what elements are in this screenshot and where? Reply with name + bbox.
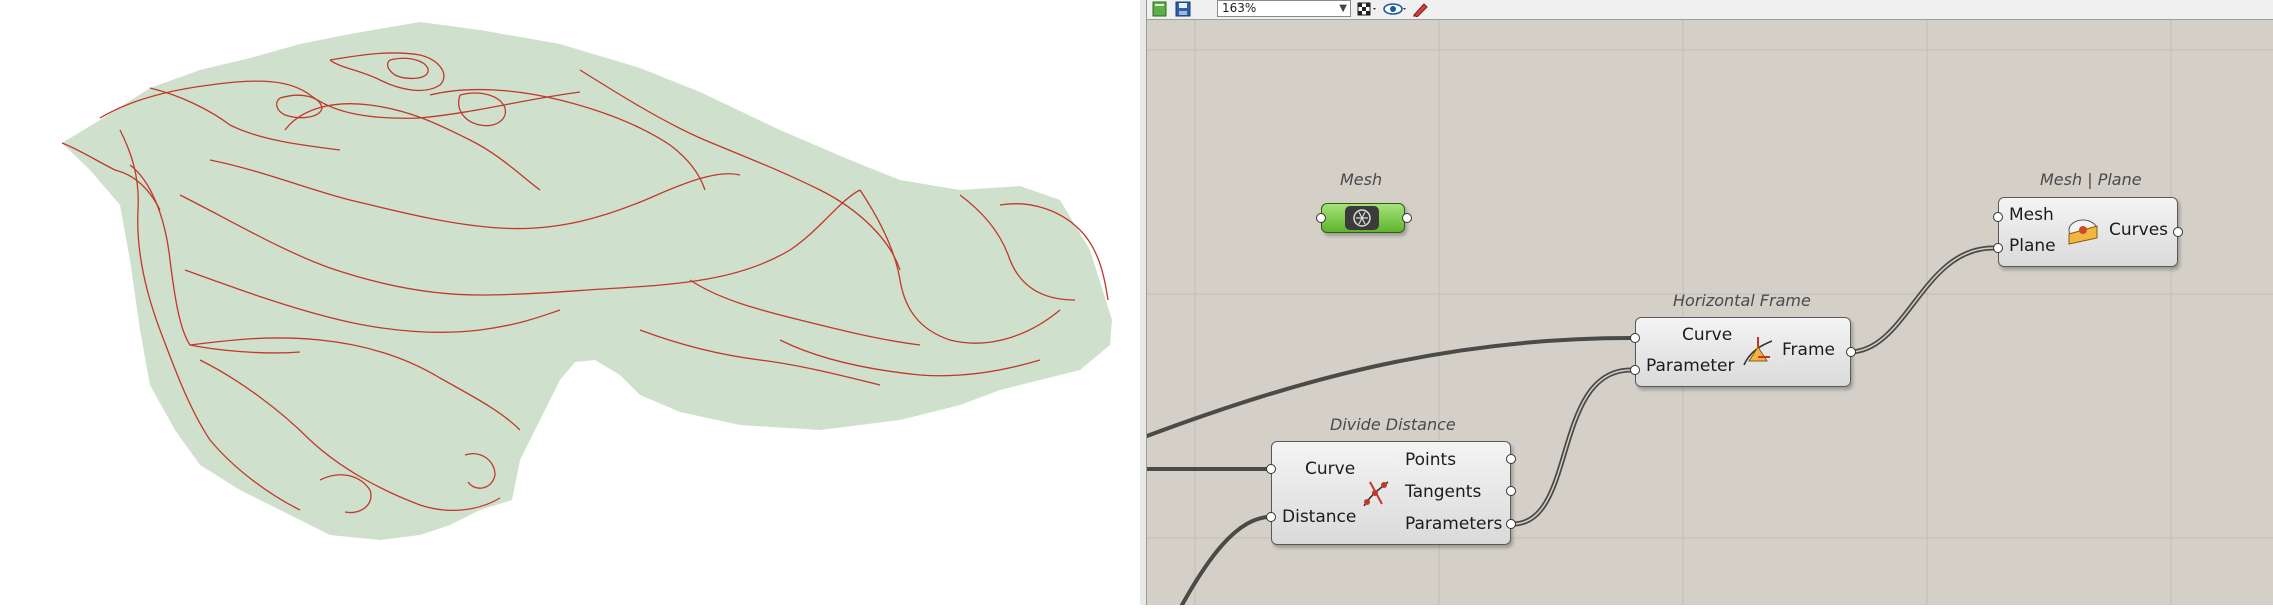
divide-distance-title: Divide Distance [1330,415,1456,434]
mesh-plane-title: Mesh | Plane [2040,170,2142,189]
mesh-plane-plane-port[interactable] [1993,243,2003,253]
divide-distance-component[interactable]: Curve Distance Points Tangents Parameter… [1271,441,1511,545]
mesh-title: Mesh [1340,170,1383,189]
horizontal-frame-component[interactable]: Curve Parameter Frame [1635,317,1851,387]
divide-distance-output-parameters: Parameters [1405,514,1503,534]
chevron-down-icon: ▼ [1339,3,1347,14]
divide-distance-tangents-port[interactable] [1506,486,1516,496]
mesh-icon [1345,206,1379,230]
divide-distance-output-tangents: Tangents [1405,482,1482,502]
terrain-mesh-view [61,22,1112,540]
mesh-plane-mesh-port[interactable] [1993,212,2003,222]
mesh-param-component[interactable] [1321,203,1405,233]
grasshopper-editor: 163% ▼ Mesh Mesh | Plane Mesh Plane Curv… [1147,0,2273,605]
mesh-plane-curves-port[interactable] [2173,227,2183,237]
horizontal-frame-frame-port[interactable] [1846,347,1856,357]
mesh-plane-input-plane: Plane [2009,236,2056,256]
horizontal-frame-curve-port[interactable] [1630,333,1640,343]
preview-eye-icon[interactable] [1383,1,1406,17]
mesh-plane-input-mesh: Mesh [2009,205,2054,225]
horizontal-frame-output-frame: Frame [1782,340,1835,360]
mesh-output-port[interactable] [1402,213,1412,223]
wire-parameters-to-parameter[interactable] [1510,367,1634,527]
horizontal-frame-input-parameter: Parameter [1646,356,1735,376]
horizontal-frame-icon [1740,335,1776,369]
horizontal-frame-parameter-port[interactable] [1630,365,1640,375]
divide-distance-points-port[interactable] [1506,454,1516,464]
divide-distance-parameters-port[interactable] [1506,519,1516,529]
display-mode-icon[interactable] [1357,1,1376,17]
divide-distance-icon [1358,476,1394,510]
canvas-toolbar: 163% ▼ [1147,0,2273,20]
mesh-plane-output-curves: Curves [2109,220,2169,240]
divide-distance-input-curve: Curve [1305,459,1356,479]
divide-distance-input-distance: Distance [1282,507,1357,527]
zoom-level-dropdown[interactable]: 163% ▼ [1217,0,1351,17]
sketch-pen-icon[interactable] [1411,1,1429,18]
rhino-viewport[interactable] [0,0,1140,605]
wire-frame-to-plane[interactable] [1846,245,1996,355]
mesh-plane-intersect-icon [2065,214,2101,248]
save-icon[interactable] [1174,1,1192,17]
zoom-level-value: 163% [1222,1,1257,15]
horizontal-frame-input-curve: Curve [1682,325,1733,345]
horizontal-frame-title: Horizontal Frame [1673,291,1811,310]
connection-wires [1147,215,1996,605]
terrain-mesh [62,22,1112,540]
mesh-plane-component[interactable]: Mesh Plane Curves [1998,197,2178,267]
divide-distance-curve-port[interactable] [1266,464,1276,474]
panel-divider[interactable] [1140,0,1147,605]
grasshopper-canvas[interactable]: Mesh Mesh | Plane Mesh Plane Curves Hori… [1147,20,2273,605]
new-document-icon[interactable] [1151,1,1169,17]
divide-distance-output-points: Points [1405,450,1457,470]
divide-distance-distance-port[interactable] [1266,512,1276,522]
mesh-input-port[interactable] [1316,213,1326,223]
